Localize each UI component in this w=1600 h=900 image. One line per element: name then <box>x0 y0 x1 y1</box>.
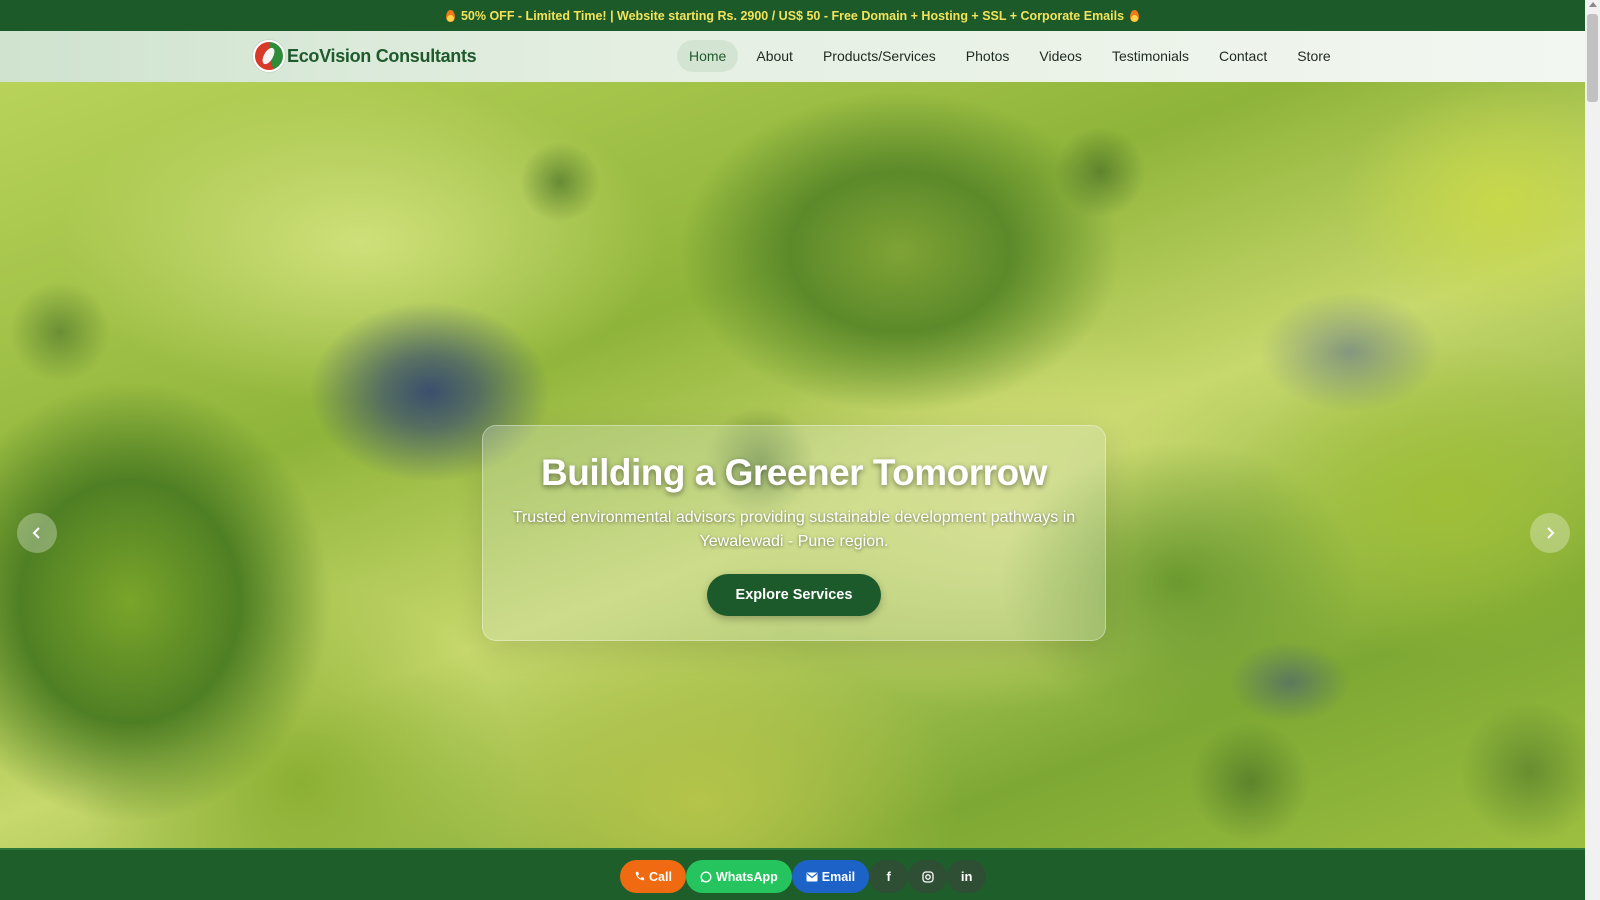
linkedin-icon: in <box>960 869 973 884</box>
explore-services-button[interactable]: Explore Services <box>706 574 882 616</box>
email-label: Email <box>821 869 856 884</box>
instagram-icon <box>921 870 934 883</box>
nav-item-videos[interactable]: Videos <box>1027 40 1094 72</box>
whatsapp-label: WhatsApp <box>715 869 778 884</box>
whatsapp-button[interactable]: WhatsApp <box>685 860 792 893</box>
scroll-up-icon[interactable] <box>1589 2 1597 7</box>
page-scrollbar[interactable] <box>1585 0 1600 900</box>
nav-item-store[interactable]: Store <box>1285 40 1342 72</box>
brand[interactable]: EcoVision Consultants <box>253 40 477 72</box>
nav-item-testimonials[interactable]: Testimonials <box>1100 40 1201 72</box>
nav-item-photos[interactable]: Photos <box>954 40 1022 72</box>
promo-text: 50% OFF - Limited Time! | Website starti… <box>460 8 1125 23</box>
hero-slider: Building a Greener Tomorrow Trusted envi… <box>0 82 1585 848</box>
facebook-button[interactable]: f <box>869 860 909 893</box>
call-label: Call <box>649 869 672 884</box>
main-nav: Home About Products/Services Photos Vide… <box>677 40 1349 72</box>
hero-card: Building a Greener Tomorrow Trusted envi… <box>482 425 1106 641</box>
envelope-icon <box>806 872 818 881</box>
carousel-next-button[interactable] <box>1530 513 1570 553</box>
chevron-right-icon <box>1547 527 1555 539</box>
nav-item-products-services[interactable]: Products/Services <box>811 40 948 72</box>
flame-icon <box>445 9 455 22</box>
brand-name: EcoVision Consultants <box>287 45 477 66</box>
chevron-left-icon <box>32 527 40 539</box>
nav-item-about[interactable]: About <box>744 40 805 72</box>
instagram-button[interactable] <box>908 860 948 893</box>
contact-action-bar: Call WhatsApp Email f in <box>0 848 1585 900</box>
facebook-icon: f <box>886 869 891 884</box>
flame-icon <box>1130 9 1140 22</box>
whatsapp-icon <box>700 871 712 882</box>
call-button[interactable]: Call <box>620 860 686 893</box>
email-button[interactable]: Email <box>791 860 870 893</box>
hero-title: Building a Greener Tomorrow <box>541 452 1047 493</box>
carousel-prev-button[interactable] <box>17 513 57 553</box>
action-buttons: Call WhatsApp Email f in <box>620 860 987 893</box>
linkedin-button[interactable]: in <box>947 860 987 893</box>
navbar: EcoVision Consultants Home About Product… <box>0 31 1585 82</box>
leaf-logo-icon <box>253 40 285 72</box>
hero-subtitle: Trusted environmental advisors providing… <box>512 509 1076 550</box>
scrollbar-thumb[interactable] <box>1587 14 1598 102</box>
nav-item-contact[interactable]: Contact <box>1207 40 1279 72</box>
promo-banner: 50% OFF - Limited Time! | Website starti… <box>0 0 1585 31</box>
phone-icon <box>635 871 645 881</box>
nav-item-home[interactable]: Home <box>677 40 739 72</box>
